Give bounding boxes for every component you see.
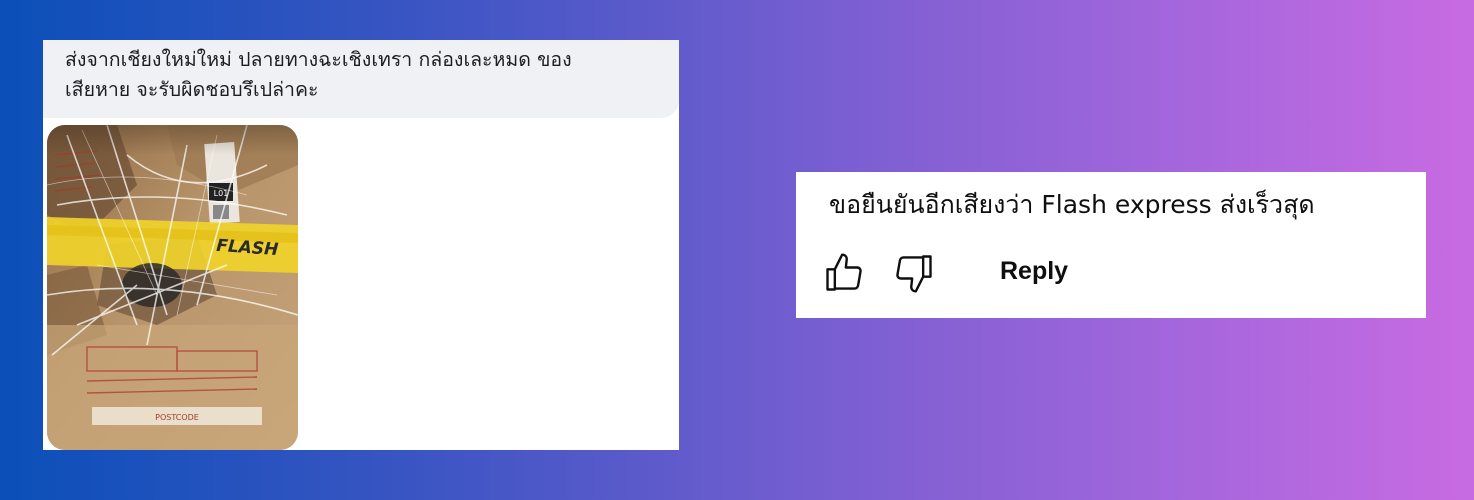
comment-text-line-1: ส่งจากเชียงใหม่ใหม่ ปลายทางฉะเชิงเทรา กล… xyxy=(65,48,572,71)
youtube-comment-card: ขอยืนยันอีกเสียงว่า Flash express ส่งเร็… xyxy=(796,172,1426,318)
facebook-comment-card: ส่งจากเชียงใหม่ใหม่ ปลายทางฉะเชิงเทรา กล… xyxy=(43,40,679,450)
damaged-parcel-photo[interactable]: L01 FLASH POSTCODE xyxy=(47,125,298,450)
reply-button[interactable]: Reply xyxy=(1000,251,1068,291)
like-button[interactable] xyxy=(820,251,868,295)
comment-text: ขอยืนยันอีกเสียงว่า Flash express ส่งเร็… xyxy=(829,190,1315,219)
comment-text-line-2: เสียหาย จะรับผิดชอบรึเปล่าคะ xyxy=(65,78,319,101)
dislike-button[interactable] xyxy=(890,251,938,295)
thumbs-down-icon xyxy=(896,255,932,293)
comment-actions: Reply xyxy=(820,251,1380,295)
thumbs-up-icon xyxy=(826,253,862,291)
sticker-code: L01 xyxy=(214,189,229,198)
postcode-label: POSTCODE xyxy=(155,413,199,422)
comment-bubble: ส่งจากเชียงใหม่ใหม่ ปลายทางฉะเชิงเทรา กล… xyxy=(43,40,679,118)
